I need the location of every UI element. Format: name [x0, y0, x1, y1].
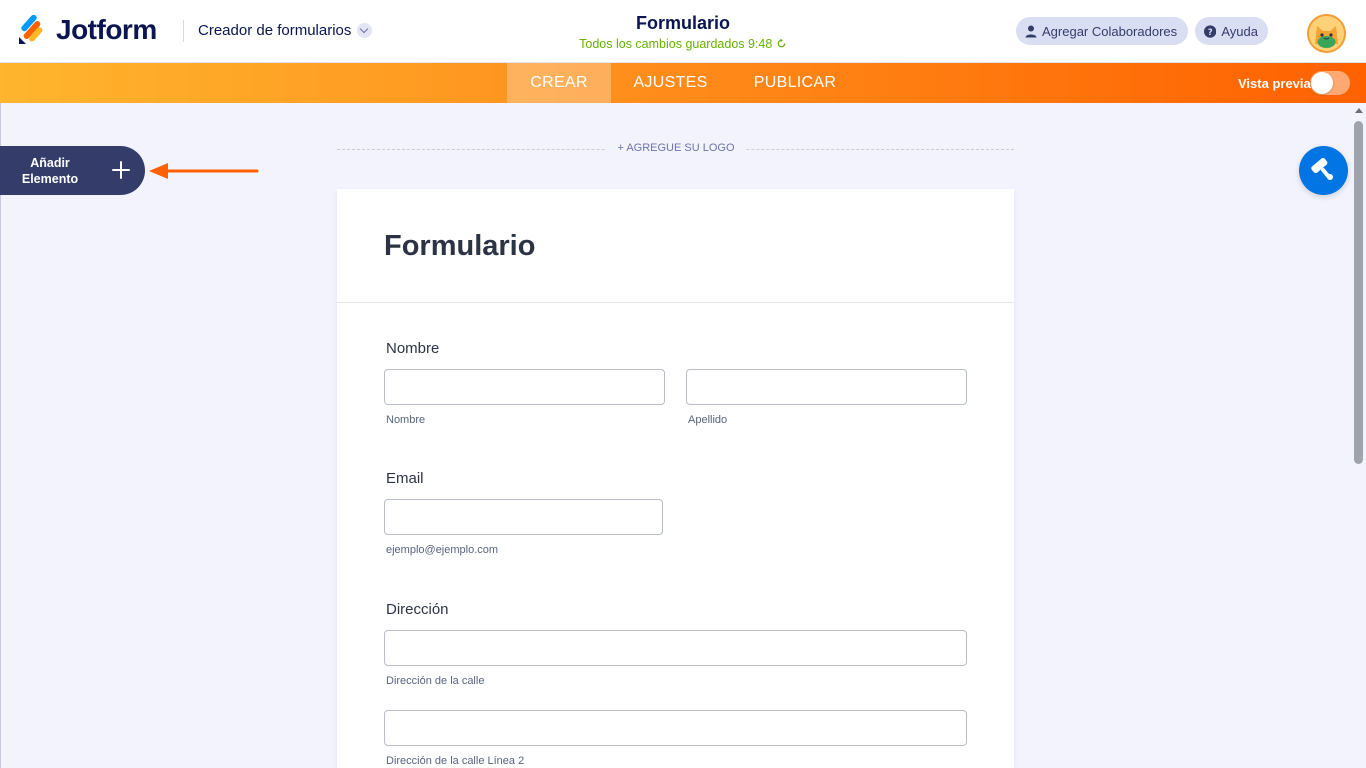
- form-designer-button[interactable]: [1299, 146, 1348, 195]
- user-icon: [1025, 25, 1037, 37]
- preview-label: Vista previa: [1238, 76, 1311, 91]
- form-card: Formulario Nombre Nombre Apellido Email …: [337, 189, 1014, 768]
- tab-ajustes[interactable]: AJUSTES: [611, 63, 730, 103]
- builder-nav: CREAR AJUSTES PUBLICAR Vista previa: [0, 63, 1366, 103]
- add-logo-button[interactable]: + AGREGUE SU LOGO: [606, 142, 746, 154]
- top-header: Jotform Creador de formularios Formulari…: [0, 0, 1366, 63]
- sublabel-street-address-line2: Dirección de la calle Línea 2: [386, 755, 525, 767]
- email-input[interactable]: [384, 499, 663, 535]
- plus-icon: [112, 161, 130, 179]
- form-heading[interactable]: Formulario: [384, 230, 535, 263]
- scrollbar-thumb[interactable]: [1354, 121, 1363, 464]
- canvas-left-edge: [0, 103, 1, 768]
- add-element-label: Añadir Elemento: [10, 155, 90, 187]
- sublabel-street-address: Dirección de la calle: [386, 675, 485, 687]
- avatar[interactable]: [1307, 14, 1346, 53]
- help-button[interactable]: ? Ayuda: [1195, 17, 1268, 45]
- last-name-input[interactable]: [686, 369, 967, 405]
- sublabel-last-name: Apellido: [688, 414, 728, 426]
- saved-status-text: Todos los cambios guardados 9:48: [579, 37, 773, 51]
- preview-toggle[interactable]: [1310, 71, 1350, 95]
- first-name-input[interactable]: [384, 369, 665, 405]
- add-collaborators-button[interactable]: Agregar Colaboradores: [1016, 17, 1188, 45]
- tab-publicar[interactable]: PUBLICAR: [730, 63, 860, 103]
- field-label-email: Email: [386, 470, 424, 487]
- add-collaborators-label: Agregar Colaboradores: [1042, 23, 1178, 39]
- paint-roller-icon: [1311, 158, 1333, 180]
- add-element-line1: Añadir: [30, 156, 70, 170]
- field-label-address: Dirección: [386, 601, 449, 618]
- svg-text:?: ?: [1208, 27, 1213, 37]
- scroll-up-arrow-icon[interactable]: [1355, 108, 1363, 113]
- pointer-arrow-icon: [149, 163, 259, 179]
- field-label-nombre: Nombre: [386, 340, 440, 357]
- toggle-knob: [1311, 72, 1333, 94]
- avatar-cat-icon: [1309, 16, 1344, 51]
- question-circle-icon: ?: [1204, 24, 1217, 37]
- help-label: Ayuda: [1221, 23, 1258, 39]
- sublabel-first-name: Nombre: [386, 414, 426, 426]
- heading-divider: [337, 302, 1014, 303]
- add-element-button[interactable]: Añadir Elemento: [0, 146, 145, 195]
- tab-crear[interactable]: CREAR: [507, 63, 611, 103]
- add-element-line2: Elemento: [21, 172, 79, 186]
- sublabel-email: ejemplo@ejemplo.com: [386, 544, 499, 556]
- street-address-input[interactable]: [384, 630, 967, 666]
- street-address-line2-input[interactable]: [384, 710, 967, 746]
- refresh-icon: [777, 38, 786, 48]
